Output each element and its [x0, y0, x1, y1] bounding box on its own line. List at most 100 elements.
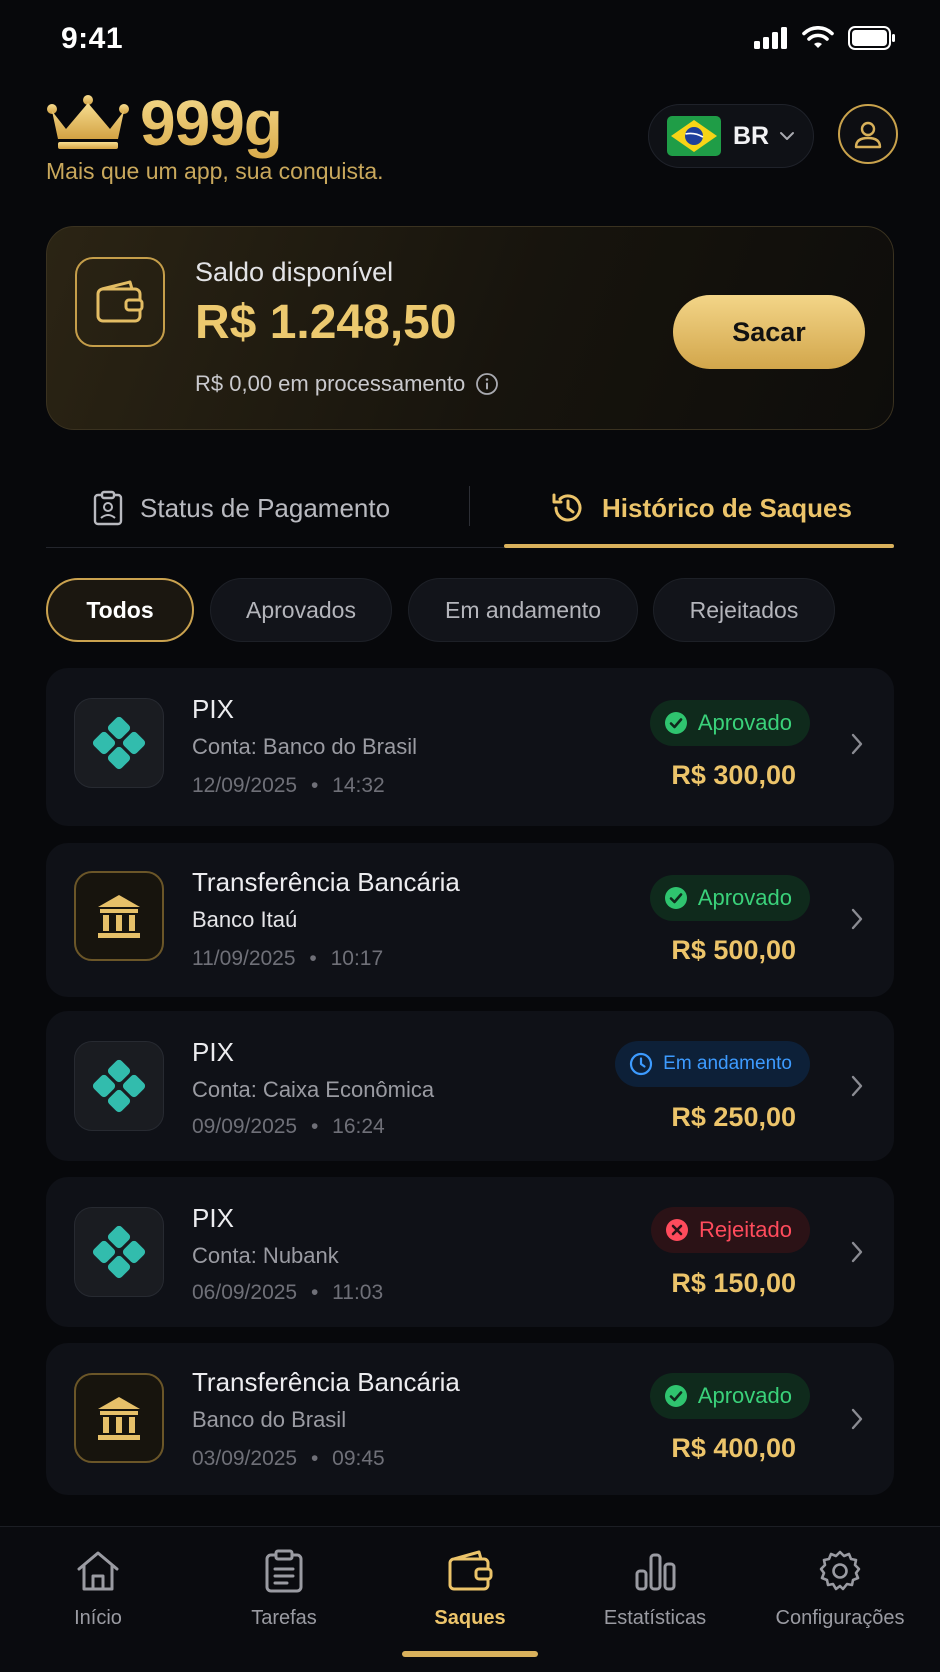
- nav-home[interactable]: Início: [13, 1549, 183, 1630]
- nav-tasks-label: Tarefas: [251, 1607, 317, 1629]
- status-label: Rejeitado: [699, 1217, 792, 1242]
- tab-bar: Status de Pagamento Histórico de Saques: [46, 468, 894, 548]
- bank-icon-box: [74, 1373, 164, 1463]
- withdrawal-date: 11/09/2025: [192, 947, 296, 970]
- withdrawal-item[interactable]: Transferência Bancária Banco do Brasil 0…: [46, 1343, 894, 1495]
- signal-icon: [754, 27, 787, 49]
- withdrawal-amount: R$ 500,00: [671, 935, 796, 965]
- status-label: Em andamento: [663, 1053, 792, 1074]
- x-circle-icon: [666, 1219, 689, 1241]
- withdrawal-account: Banco do Brasil: [192, 1407, 347, 1432]
- brazil-flag-icon: [667, 116, 721, 156]
- check-circle-icon: [664, 1385, 687, 1407]
- tagline: Mais que um app, sua conquista.: [46, 158, 384, 184]
- brand-name: 999g: [140, 87, 283, 159]
- status-badge: Aprovado: [649, 875, 810, 921]
- wifi-icon: [802, 26, 834, 48]
- withdrawal-date: 06/09/2025: [192, 1281, 298, 1304]
- status-label: Aprovado: [697, 885, 792, 910]
- check-circle-icon: [664, 712, 687, 734]
- check-circle-icon: [664, 887, 687, 909]
- balance-label: Saldo disponível: [195, 257, 394, 287]
- status-label: Aprovado: [697, 710, 792, 735]
- withdrawal-method: Transferência Bancária: [192, 867, 460, 897]
- pix-icon-box: [74, 1207, 164, 1297]
- tab-divider: [469, 486, 470, 526]
- bottom-navigation: Início Tarefas Saques Estatísticas Confi…: [0, 1526, 940, 1672]
- withdrawal-item[interactable]: PIX Conta: Banco do Brasil 12/09/2025 • …: [46, 668, 894, 826]
- withdraw-button[interactable]: Sacar: [673, 295, 865, 369]
- withdrawal-datetime: 09/09/2025 • 16:24: [192, 1115, 385, 1138]
- withdrawal-method: PIX: [192, 1203, 234, 1233]
- status-badge: Aprovado: [649, 1373, 810, 1419]
- info-icon[interactable]: [475, 372, 499, 396]
- pix-icon: [92, 1225, 146, 1279]
- withdrawal-account: Conta: Banco do Brasil: [192, 734, 418, 759]
- nav-tasks[interactable]: Tarefas: [199, 1549, 369, 1630]
- battery-icon: [848, 26, 895, 50]
- withdrawal-time: 09:45: [332, 1447, 385, 1470]
- nav-settings-label: Configurações: [775, 1607, 905, 1629]
- filter-in-progress[interactable]: Em andamento: [408, 578, 638, 642]
- wallet-badge: [75, 257, 165, 347]
- withdrawal-time: 16:24: [332, 1115, 385, 1138]
- chevron-right-icon: [851, 733, 863, 755]
- nav-withdrawals-label: Saques: [434, 1607, 506, 1629]
- nav-withdrawals[interactable]: Saques: [385, 1549, 555, 1630]
- withdrawal-date: 03/09/2025: [192, 1447, 298, 1470]
- nav-settings[interactable]: Configurações: [755, 1549, 925, 1630]
- withdrawal-date: 12/09/2025: [192, 774, 298, 797]
- language-selector[interactable]: BR: [648, 104, 814, 168]
- withdrawal-datetime: 06/09/2025 • 11:03: [192, 1281, 384, 1304]
- clock-icon: [630, 1052, 653, 1076]
- status-badge: Rejeitado: [651, 1207, 810, 1253]
- withdrawal-item[interactable]: PIX Conta: Caixa Econômica 09/09/2025 • …: [46, 1011, 894, 1161]
- filter-approved[interactable]: Aprovados: [210, 578, 392, 642]
- tab-payment-status[interactable]: Status de Pagamento: [92, 468, 390, 548]
- withdrawal-amount: R$ 400,00: [671, 1433, 796, 1463]
- tab-withdrawal-history-label: Histórico de Saques: [602, 492, 852, 523]
- pix-icon-box: [74, 1041, 164, 1131]
- nav-statistics-label: Estatísticas: [603, 1607, 707, 1629]
- balance-amount: R$ 1.248,50: [195, 296, 457, 349]
- clipboard-icon: [265, 1549, 303, 1593]
- filter-all[interactable]: Todos: [46, 578, 194, 642]
- withdrawal-item[interactable]: Transferência Bancária Banco Itaú 11/09/…: [46, 843, 894, 997]
- withdrawal-account: Conta: Caixa Econômica: [192, 1077, 435, 1102]
- withdrawal-amount: R$ 300,00: [671, 760, 796, 790]
- withdrawal-method: Transferência Bancária: [192, 1367, 460, 1397]
- chevron-right-icon: [851, 1075, 863, 1097]
- nav-home-label: Início: [74, 1607, 122, 1629]
- withdrawal-time: 14:32: [332, 774, 385, 797]
- clipboard-badge-icon: [93, 490, 123, 526]
- status-label: Aprovado: [697, 1383, 792, 1408]
- profile-button[interactable]: [838, 104, 898, 164]
- withdrawal-amount: R$ 150,00: [671, 1268, 796, 1298]
- bank-icon-box: [74, 871, 164, 961]
- status-bar: 9:41: [0, 0, 940, 80]
- tab-withdrawal-history[interactable]: Histórico de Saques: [550, 468, 852, 548]
- status-badge: Em andamento: [615, 1041, 810, 1087]
- bank-icon: [98, 895, 140, 938]
- chevron-right-icon: [851, 1408, 863, 1430]
- status-icons: [754, 26, 896, 50]
- chevron-right-icon: [851, 1241, 863, 1263]
- processing-amount: R$ 0,00 em processamento: [195, 371, 499, 397]
- tab-payment-status-label: Status de Pagamento: [140, 492, 391, 523]
- nav-statistics[interactable]: Estatísticas: [570, 1549, 740, 1630]
- withdrawal-datetime: 11/09/2025 • 10:17: [192, 947, 384, 970]
- active-nav-indicator: [402, 1651, 538, 1657]
- crown-icon: [47, 95, 129, 149]
- withdrawal-datetime: 03/09/2025 • 09:45: [192, 1447, 385, 1470]
- language-code: BR: [733, 121, 770, 150]
- history-icon: [552, 493, 582, 522]
- withdrawal-item[interactable]: PIX Conta: Nubank 06/09/2025 • 11:03 Rej…: [46, 1177, 894, 1327]
- pix-icon-box: [74, 698, 164, 788]
- gear-icon: [819, 1550, 861, 1591]
- user-icon: [854, 121, 882, 149]
- withdrawal-time: 10:17: [330, 947, 384, 970]
- bar-chart-icon: [635, 1553, 676, 1591]
- filter-rejected[interactable]: Rejeitados: [653, 578, 835, 642]
- withdrawal-date: 09/09/2025: [192, 1115, 298, 1138]
- home-icon: [77, 1551, 119, 1591]
